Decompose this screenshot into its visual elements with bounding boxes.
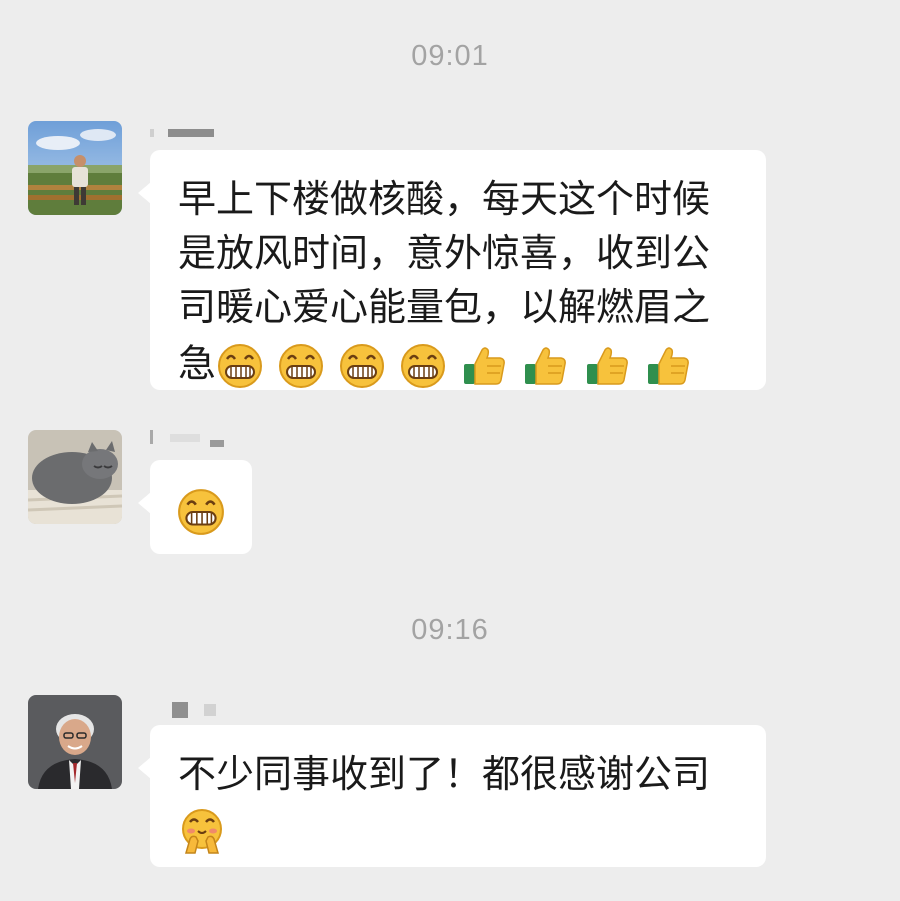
- thumbs-up-icon: [464, 347, 506, 385]
- message-text: 不少同事收到了！都很感谢公司: [178, 752, 711, 796]
- thumbs-up-icon: [525, 347, 567, 385]
- fist-pump-icon: [182, 808, 222, 854]
- message-line: 早上下楼做核酸，每天这个时候: [178, 177, 711, 221]
- thumbs-up-icon: [586, 347, 628, 385]
- grin-icon: [340, 344, 385, 388]
- message-bubble[interactable]: 早上下楼做核酸，每天这个时候 是放风时间，意外惊喜，收到公 司暖心爱心能量包，以…: [138, 150, 766, 391]
- grin-icon: [401, 344, 446, 388]
- message-line: 是放风时间，意外惊喜，收到公: [178, 231, 711, 275]
- thumbs-up-icon: [647, 347, 689, 385]
- sender-name: [150, 124, 230, 140]
- grin-icon: [279, 344, 324, 388]
- grin-icon: [218, 344, 263, 388]
- emoji-row: [216, 337, 693, 391]
- message-bubble[interactable]: 不少同事收到了！都很感谢公司: [138, 725, 766, 867]
- avatar[interactable]: [28, 695, 122, 789]
- message-bubble[interactable]: [138, 460, 252, 554]
- timestamp: 09:16: [411, 614, 489, 646]
- message-line: 急: [178, 341, 217, 386]
- timestamp: 09:01: [411, 40, 489, 72]
- sender-name: [150, 700, 240, 718]
- avatar[interactable]: [28, 430, 122, 524]
- message-line: 司暖心爱心能量包，以解燃眉之: [178, 285, 711, 329]
- sender-name: [150, 428, 240, 447]
- avatar[interactable]: [28, 121, 122, 215]
- grin-icon: [178, 488, 224, 535]
